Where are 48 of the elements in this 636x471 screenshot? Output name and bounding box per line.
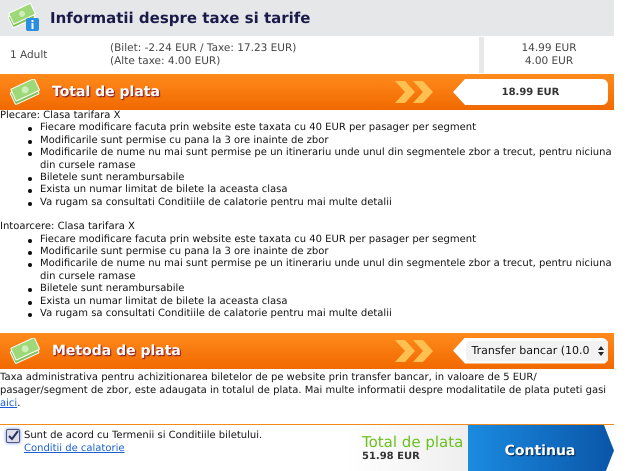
policy-item: Modificarile de nume nu mai sunt permise pe un itinerariu unde unul din segmentele zbor a trecut, pentru niciuna din cursele ramase [40,258,613,283]
policy-item: Modificarile de nume nu mai sunt permise pe un itinerariu unde unul din segmentele zbor a trecut, pentru niciuna din cursele ramase [40,147,613,172]
bullet-icon [28,177,32,182]
agree-text: Sunt de acord cu Termenii si Conditiile biletului. Conditii de calatorie [24,428,264,456]
bullet-icon [28,263,32,268]
bar-title: Total de plata [52,84,161,100]
policy-item: Fiecare modificare facuta prin website este taxata cu 40 EUR per pasager per segment [40,234,476,246]
total-amount: 18.99 EUR [502,86,560,98]
policy-item: Va rugam sa consultati Conditiile de calatorie pentru mai multe detalii [40,308,392,320]
bullet-icon [28,140,32,144]
payment-note: Taxa administrativa pentru achizitionarea biletelor de pe website prin transfer bancar, in valoare de 5 EUR/ pasager/segment de zbor, este adaugata in totalul de plata. Mai multe informatii despre modalitatile de plata puteti gasi aici. [0,370,608,410]
amount: 4.00 EUR [524,55,574,68]
policy-item: Modificarile sunt permise cu pana la 3 ore inainte de zbor [40,134,328,147]
policy-item: Biletele sunt nerambursabile [40,283,184,296]
amount: 14.99 EUR [520,42,578,55]
payment-select[interactable]: Transfer bancar (10.0 [466,340,610,360]
bullet-icon [28,251,32,256]
continue-button[interactable]: Continua [468,424,614,471]
bullet-icon [28,202,32,206]
fare-detail: (Alte taxe: 4.00 EUR) [110,55,222,68]
policy-item: Modificarile sunt permise cu pana la 3 ore inainte de zbor [40,246,328,258]
bullet-icon [28,300,32,305]
bullet-icon [28,313,32,318]
section-title: Informatii despre taxe si tarife [50,9,310,27]
policy-item: Exista un numar limitat de bilete la aceasta clasa [40,184,288,197]
conditions-link[interactable]: Conditii de calatorie [24,442,125,454]
bar-title: Metoda de plata [52,342,182,358]
chevrons-icon [395,81,435,103]
agree-checkbox[interactable] [6,428,20,442]
bullet-icon [28,189,32,194]
info-link[interactable]: aici [0,398,18,408]
updown-icon [598,346,604,356]
bullet-icon [28,152,32,156]
fare-class-heading: Intoarcere: Clasa tarifara X [0,221,136,234]
bullet-icon [28,288,32,292]
money-info-icon [8,3,40,33]
policy-item: Fiecare modificare facuta prin website este taxata cu 40 EUR per pasager per segment [40,122,476,135]
policy-item: Exista un numar limitat de bilete la aceasta clasa [40,296,288,308]
bullet-icon [28,238,32,243]
total-label: Total de plata [362,432,464,450]
fare-detail: (Bilet: -2.24 EUR / Taxe: 17.23 EUR) [110,42,298,55]
bullet-icon [28,127,32,132]
chevrons-icon [395,340,435,362]
fare-class-heading: Plecare: Clasa tarifara X [0,110,122,122]
policy-item: Va rugam sa consultati Conditiile de calatorie pentru mai multe detalii [40,196,392,210]
total-value: 51.98 EUR [362,450,421,462]
passenger-label: 1 Adult [9,49,48,61]
policy-item: Biletele sunt nerambursabile [40,172,184,184]
